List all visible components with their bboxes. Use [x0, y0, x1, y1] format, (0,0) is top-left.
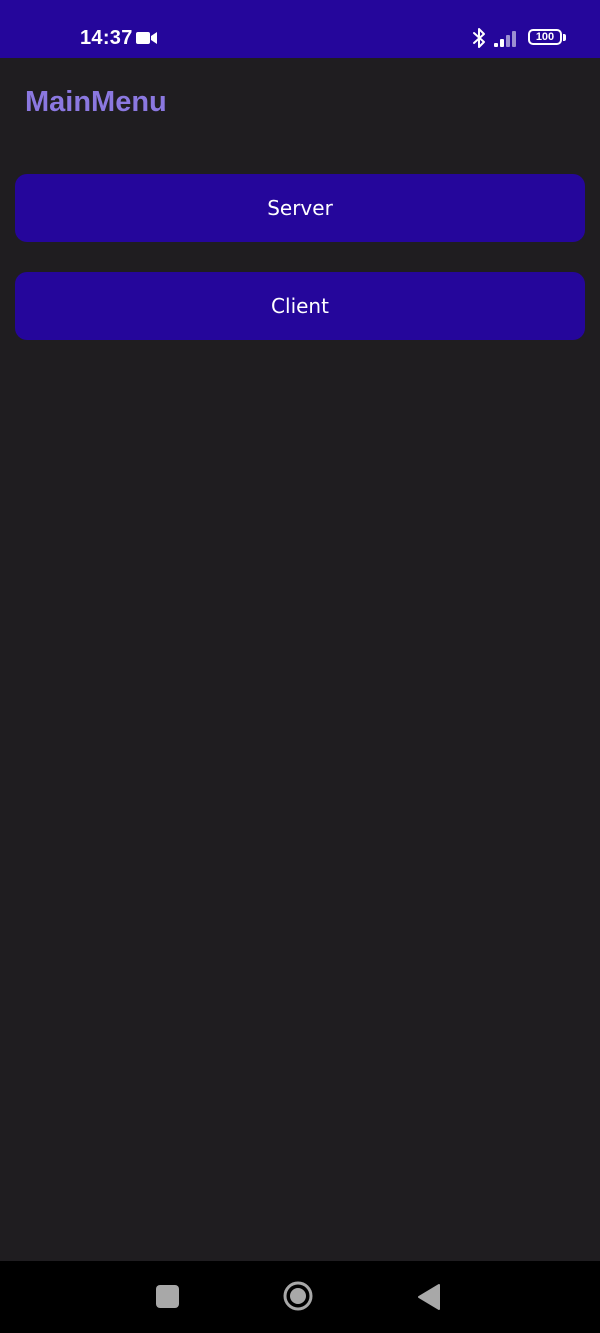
status-time: 14:37	[80, 27, 133, 49]
recents-icon[interactable]	[156, 1285, 179, 1308]
home-icon[interactable]	[282, 1280, 314, 1312]
battery-tip	[563, 34, 566, 41]
navigation-bar	[0, 1261, 600, 1333]
signal-icon	[494, 31, 516, 47]
battery-icon: 100	[528, 28, 568, 48]
server-button[interactable]: Server	[15, 174, 585, 242]
page-title: MainMenu	[25, 86, 167, 118]
video-icon	[136, 32, 157, 44]
status-bar: 14:37 100	[0, 0, 600, 58]
battery-level: 100	[535, 31, 555, 43]
client-button[interactable]: Client	[15, 272, 585, 340]
bluetooth-icon	[473, 28, 485, 48]
back-icon[interactable]	[417, 1283, 441, 1311]
